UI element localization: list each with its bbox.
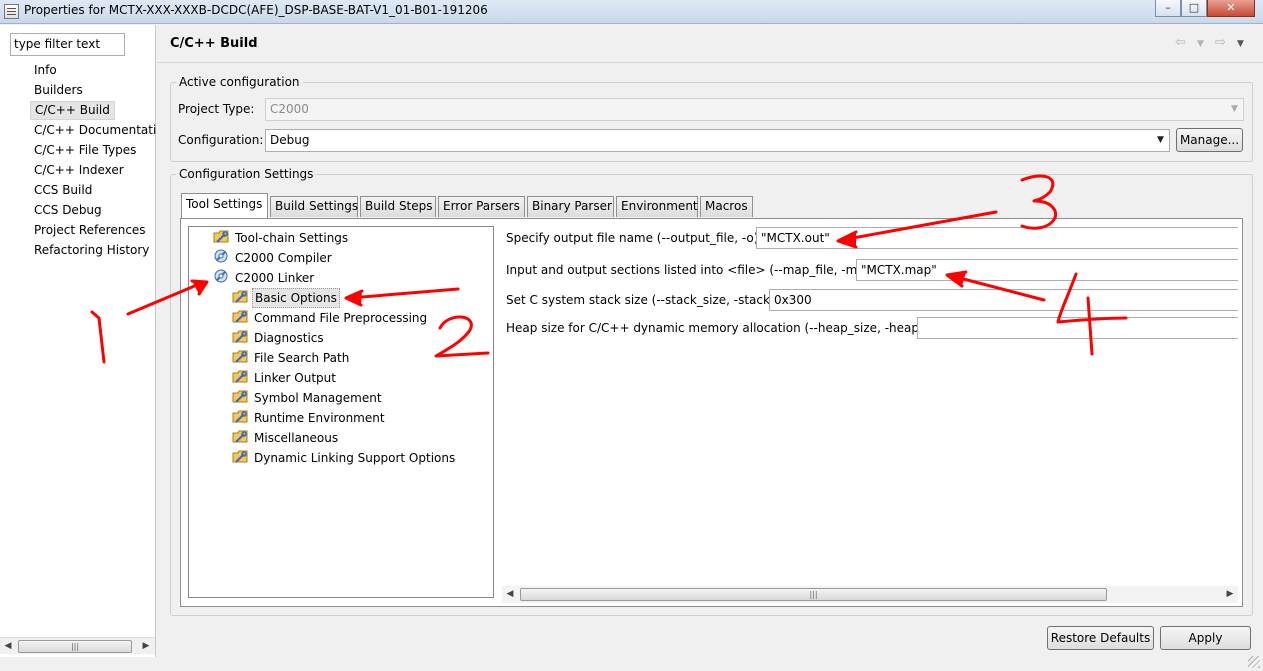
tool-gear-icon [213,268,229,289]
nav-item-cpp-file-types[interactable]: C/C++ File Types [30,142,140,161]
scroll-left-icon[interactable]: ◀ [502,586,518,602]
tab-tool-settings[interactable]: Tool Settings [181,193,268,218]
stack-size-field[interactable]: 0x300 [769,289,1238,311]
tree-item-symbol-management[interactable]: Symbol Management [232,388,384,408]
minimize-button[interactable]: – [1155,0,1181,17]
resize-grip-icon[interactable] [1248,656,1260,668]
filter-input[interactable]: type filter text [10,33,125,56]
properties-window-icon [4,4,19,19]
project-type-value: C2000 [270,102,309,116]
output-file-label: Specify output file name (--output_file,… [506,231,759,245]
tree-item-label: Runtime Environment [254,411,385,425]
settings-folder-icon [232,368,248,389]
header-separator [157,62,1263,63]
nav-item-cpp-documentation[interactable]: C/C++ Documentatio [30,122,156,141]
output-file-field[interactable]: "MCTX.out" [756,227,1238,249]
nav-item-ccs-build[interactable]: CCS Build [30,182,96,201]
settings-folder-icon [232,288,248,309]
tree-item-label: Dynamic Linking Support Options [254,451,456,465]
tree-item-miscellaneous[interactable]: Miscellaneous [232,428,340,448]
configuration-value: Debug [270,133,310,147]
tree-item-dynamic-linking-support-options[interactable]: Dynamic Linking Support Options [232,448,457,468]
scroll-right-icon[interactable]: ▶ [138,638,154,654]
settings-folder-icon [213,228,229,249]
nav-item-cpp-build[interactable]: C/C++ Build [30,101,115,120]
scroll-left-icon[interactable]: ◀ [0,638,16,654]
nav-item-refactoring-history[interactable]: Refactoring History [30,242,153,261]
tree-item-command-file-preprocessing[interactable]: Command File Preprocessing [232,308,429,328]
nav-item-builders[interactable]: Builders [30,82,87,101]
page-title: C/C++ Build [170,36,258,51]
tab-build-steps[interactable]: Build Steps [360,196,436,217]
tree-item-label: Symbol Management [254,391,382,405]
tree-item-label: C2000 Compiler [235,251,332,265]
project-type-label: Project Type: [178,102,255,116]
window-title: Properties for MCTX-XXX-XXXB-DCDC(AFE)_D… [24,3,488,17]
tree-item-label: Diagnostics [254,331,324,345]
configuration-settings-label: Configuration Settings [176,167,317,181]
scroll-thumb[interactable]: ||| [520,588,1107,601]
map-file-label: Input and output sections listed into <f… [506,263,863,277]
scroll-thumb[interactable]: ||| [18,640,132,653]
tree-item-diagnostics[interactable]: Diagnostics [232,328,326,348]
map-file-field[interactable]: "MCTX.map" [856,259,1238,281]
nav-item-cpp-indexer[interactable]: C/C++ Indexer [30,162,128,181]
tree-item-label: Basic Options [252,288,340,308]
nav-horizontal-scrollbar[interactable]: ◀ ||| ▶ [0,637,155,654]
tool-gear-icon [213,248,229,269]
settings-folder-icon [232,428,248,449]
tab-binary-parser[interactable]: Binary Parser [527,196,614,217]
heap-size-label: Heap size for C/C++ dynamic memory alloc… [506,321,924,335]
tab-macros[interactable]: Macros [700,196,753,217]
tab-environment[interactable]: Environment [616,196,698,217]
options-horizontal-scrollbar[interactable]: ◀ ||| ▶ [502,586,1238,603]
tree-item-c2000-linker[interactable]: C2000 Linker [213,268,316,288]
tree-item-toolchain-settings[interactable]: Tool-chain Settings [213,228,350,248]
chevron-down-icon: ▼ [1231,104,1238,114]
manage-button[interactable]: Manage... [1176,128,1243,152]
tool-settings-tree: Tool-chain Settings C2000 Compiler C2000… [188,226,494,598]
settings-folder-icon [232,328,248,349]
tree-item-label: Tool-chain Settings [235,231,349,245]
tree-item-runtime-environment[interactable]: Runtime Environment [232,408,387,428]
restore-defaults-button[interactable]: Restore Defaults [1047,626,1154,650]
tab-build-settings[interactable]: Build Settings [270,196,358,217]
nav-item-info[interactable]: Info [30,62,61,81]
tree-item-basic-options[interactable]: Basic Options [232,288,340,308]
settings-folder-icon [232,348,248,369]
chevron-down-icon[interactable]: ▼ [1152,130,1169,151]
settings-folder-icon [232,408,248,429]
view-menu-icon[interactable]: ▼ [1237,39,1244,49]
tree-item-c2000-compiler[interactable]: C2000 Compiler [213,248,334,268]
tree-item-linker-output[interactable]: Linker Output [232,368,338,388]
tree-item-label: Command File Preprocessing [254,311,428,325]
tree-item-label: C2000 Linker [235,271,315,285]
nav-item-ccs-debug[interactable]: CCS Debug [30,202,106,221]
tree-item-label: Linker Output [254,371,336,385]
settings-folder-icon [232,308,248,329]
tree-item-label: File Search Path [254,351,350,365]
configuration-label: Configuration: [178,133,264,147]
tree-item-label: Miscellaneous [254,431,339,445]
dialog-bottom-strip [157,656,1263,671]
heap-size-field[interactable] [917,317,1238,339]
back-history-dropdown-icon[interactable]: ▼ [1197,39,1204,49]
project-type-combo: C2000 ▼ [265,98,1244,121]
nav-item-project-references[interactable]: Project References [30,222,150,241]
scroll-right-icon[interactable]: ▶ [1222,586,1238,602]
property-nav-pane: type filter text Info Builders C/C++ Bui… [0,25,156,657]
settings-folder-icon [232,388,248,409]
title-bar: Properties for MCTX-XXX-XXXB-DCDC(AFE)_D… [0,0,1263,24]
close-button[interactable]: ✕ [1207,0,1255,17]
stack-size-label: Set C system stack size (--stack_size, -… [506,293,775,307]
back-arrow-icon[interactable]: ⇦ [1175,35,1186,50]
tab-error-parsers[interactable]: Error Parsers [438,196,525,217]
active-configuration-label: Active configuration [176,75,303,89]
tree-item-file-search-path[interactable]: File Search Path [232,348,351,368]
apply-button[interactable]: Apply [1160,626,1251,650]
forward-arrow-icon[interactable]: ⇨ [1215,35,1226,50]
configuration-combo[interactable]: Debug ▼ [265,129,1170,152]
settings-folder-icon [232,448,248,469]
maximize-button[interactable]: □ [1181,0,1207,17]
